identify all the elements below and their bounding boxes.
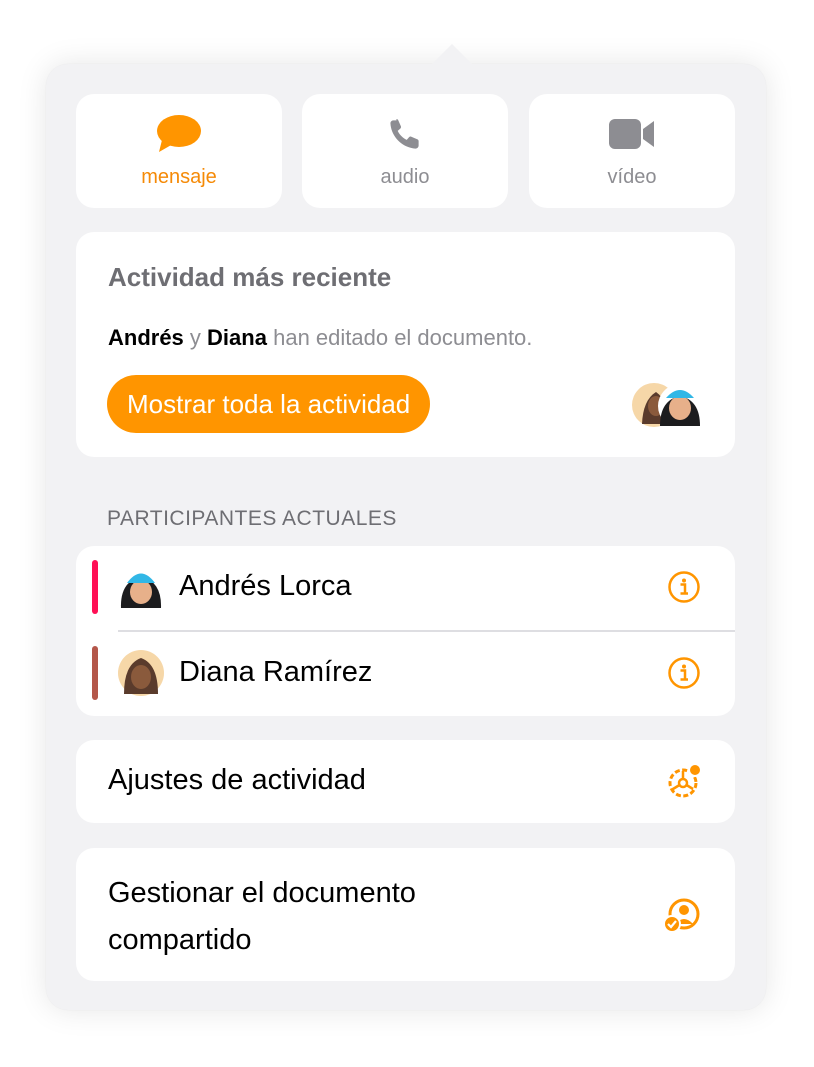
participant-row[interactable]: Diana Ramírez (76, 632, 735, 716)
activity-user-1: Andrés (108, 325, 184, 350)
participant-color-bar (92, 646, 98, 700)
participant-name: Andrés Lorca (179, 570, 352, 602)
avatar-stack (630, 380, 710, 430)
info-icon[interactable] (667, 656, 701, 690)
activity-description: Andrés y Diana han editado el documento. (108, 325, 532, 351)
participant-row[interactable]: Andrés Lorca (76, 546, 735, 630)
activity-title: Actividad más reciente (108, 262, 392, 292)
activity-settings-row[interactable]: Ajustes de actividad (76, 740, 735, 823)
activity-settings-icon (664, 762, 704, 802)
video-button[interactable]: vídeo (529, 94, 735, 208)
activity-text-suffix: han editado el documento. (273, 325, 533, 350)
participant-name: Diana Ramírez (179, 656, 373, 688)
audio-button[interactable]: audio (302, 94, 508, 208)
info-icon[interactable] (667, 570, 701, 604)
video-camera-icon (608, 114, 656, 154)
activity-settings-label: Ajustes de actividad (108, 764, 366, 796)
avatar-group-icon (632, 383, 702, 428)
video-label: vídeo (607, 166, 657, 188)
popover-arrow (430, 44, 474, 66)
participants-list: Andrés Lorca Diana Ramírez (76, 546, 735, 716)
avatar (118, 564, 164, 610)
activity-conjunction: y (189, 325, 201, 350)
participant-color-bar (92, 560, 98, 614)
activity-user-2: Diana (207, 325, 267, 350)
collaboration-popover: mensaje audio vídeo Actividad más recien… (46, 44, 766, 1010)
audio-label: audio (380, 166, 430, 188)
avatar (118, 650, 164, 696)
manage-shared-document-label: Gestionar el documento compartido (108, 877, 416, 956)
show-all-activity-button[interactable]: Mostrar toda la actividad (107, 375, 431, 433)
manage-shared-document-row[interactable]: Gestionar el documento compartido (76, 848, 735, 981)
message-bubble-icon (156, 114, 202, 154)
message-button[interactable]: mensaje (76, 94, 282, 208)
recent-activity-card: Actividad más reciente Andrés y Diana ha… (76, 232, 735, 457)
participants-header: PARTICIPANTES ACTUALES (107, 507, 397, 530)
message-label: mensaje (141, 166, 217, 188)
shared-person-icon (662, 896, 702, 936)
phone-icon (386, 114, 424, 154)
